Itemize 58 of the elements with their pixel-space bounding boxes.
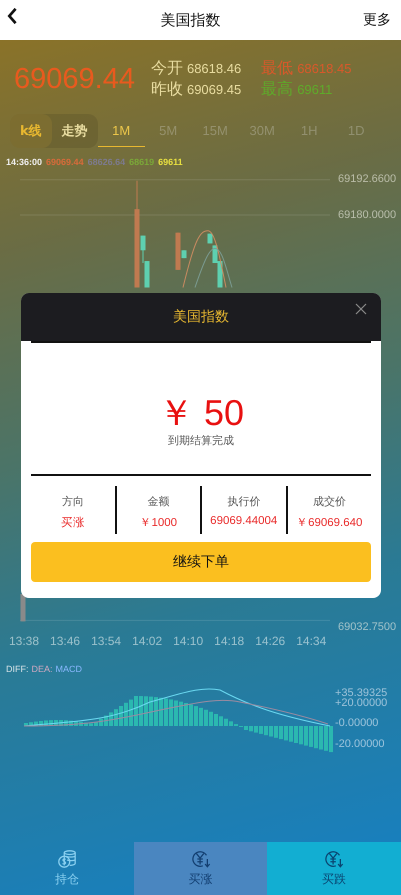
macd-legend-label: MACD	[56, 664, 82, 674]
settlement-status: 到期结算完成	[168, 432, 234, 448]
order-field-label: 执行价	[227, 494, 260, 509]
order-field-label: 方向	[62, 494, 84, 509]
stat-value: 68618.46	[186, 61, 242, 76]
kline-info-value: 68626.64	[88, 157, 126, 167]
stat-label: 最低	[261, 58, 294, 79]
bottom-nav-button[interactable]: 买跌	[267, 842, 401, 895]
time-axis-label: 14:18	[214, 634, 244, 648]
order-field-value: 买涨	[60, 516, 85, 530]
macd-axis-label: -20.00000	[335, 737, 386, 752]
order-field-value: 69069.44004	[210, 514, 278, 527]
macd-axis-label: +35.39325	[335, 686, 388, 699]
price-axis-label: 69032.7500	[338, 621, 396, 633]
dialog-title: 美国指数	[173, 308, 229, 326]
macd-legend-label: DEA:	[32, 664, 53, 674]
candlestick	[20, 593, 26, 622]
order-field-label: 成交价	[312, 494, 346, 509]
stat-label: 今开	[150, 58, 183, 79]
time-axis-label: 14:02	[132, 634, 162, 648]
current-price: 69069.44	[14, 62, 135, 96]
kline-info-value: 69611	[158, 157, 183, 167]
macd-axis-label: +20.00000	[335, 696, 388, 711]
time-axis-label: 14:10	[173, 634, 204, 648]
page-title: 美国指数	[160, 10, 220, 30]
time-axis-label: 13:54	[91, 634, 122, 648]
order-field-value: ￥1000	[139, 516, 178, 530]
stat-value: 69611	[297, 82, 332, 97]
time-axis-label: 14:34	[296, 634, 326, 648]
yen-down-icon	[190, 849, 210, 869]
stat-value: 68618.45	[297, 61, 352, 76]
price-axis-label: 69180.0000	[338, 209, 396, 221]
chart-mode-tab[interactable]: 走势	[52, 114, 98, 148]
stat-label: 最高	[261, 79, 294, 100]
time-axis-label: 13:46	[50, 634, 80, 648]
order-field-label: 金额	[147, 494, 170, 509]
kline-info-value: 69069.44	[46, 157, 84, 167]
time-axis-label: 14:26	[255, 634, 286, 648]
close-icon[interactable]	[355, 303, 367, 315]
back-icon[interactable]	[6, 7, 18, 25]
order-field-value: ￥69069.640	[296, 516, 362, 530]
yen-down-icon	[324, 849, 344, 869]
price-axis-label: 69192.6600	[338, 173, 396, 185]
continue-order-button[interactable]: 继续下单	[31, 542, 371, 582]
more-button[interactable]: 更多	[363, 11, 391, 29]
kline-info-value: 14:36:00	[6, 157, 42, 167]
payout-amount: ￥ 50	[158, 393, 244, 433]
period-tab[interactable]: 1M	[98, 115, 145, 147]
bottom-nav-button[interactable]: 买涨	[134, 842, 268, 895]
stat-label: 昨收	[150, 79, 183, 100]
stat-value: 69069.45	[186, 82, 242, 97]
kline-info-value: 68619	[129, 157, 154, 167]
macd-legend-label: DIFF:	[6, 664, 28, 674]
macd-axis-label: -0.00000	[335, 716, 380, 731]
chart-mode-tab[interactable]: k线	[10, 114, 52, 148]
coins-icon	[56, 849, 77, 869]
time-axis-label: 13:38	[9, 634, 40, 648]
bottom-nav-button[interactable]: 持仓	[0, 842, 134, 895]
